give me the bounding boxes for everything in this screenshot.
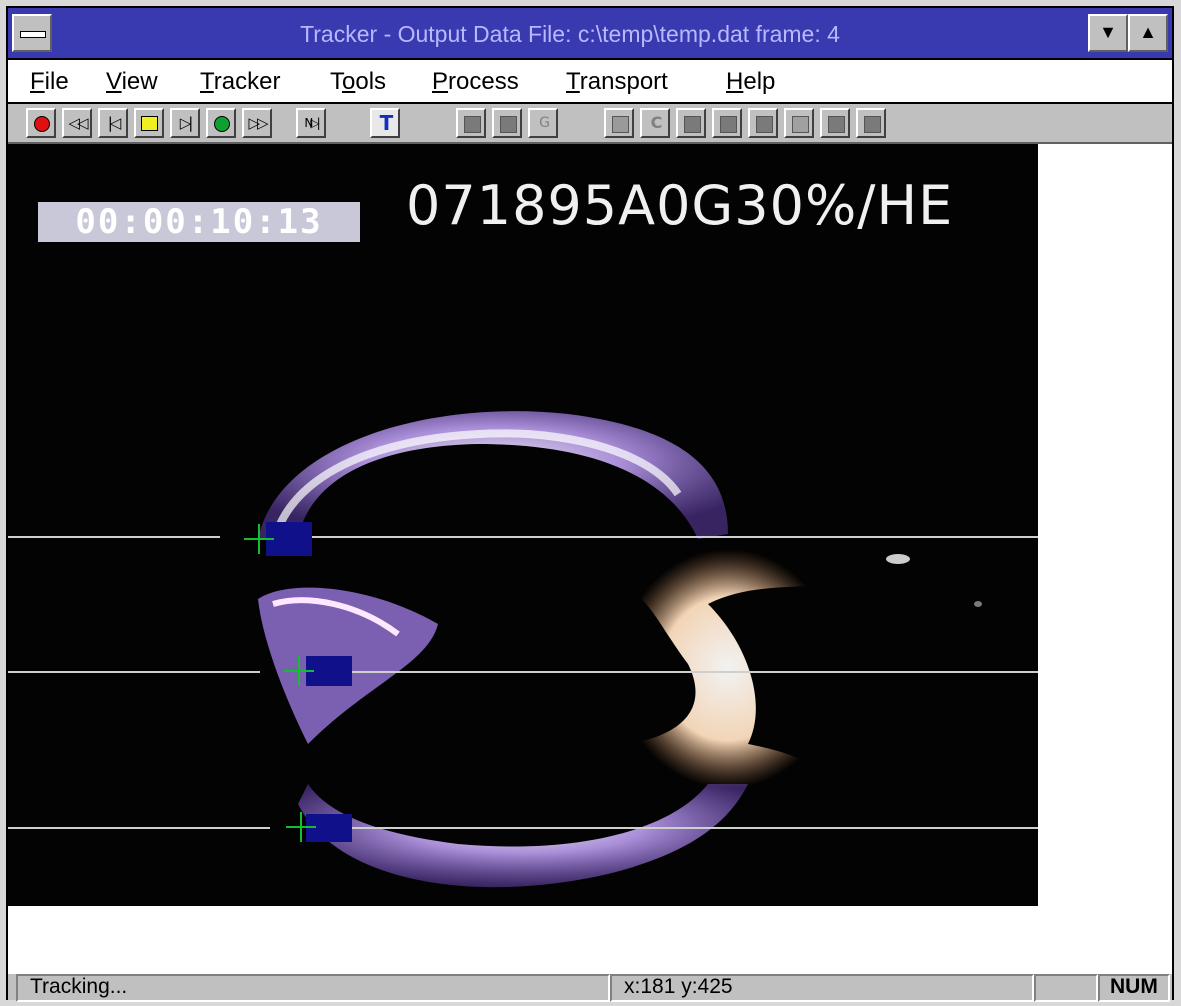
clapper-open-button[interactable] (492, 108, 522, 138)
menu-help[interactable]: Help (726, 68, 775, 96)
tracking-crosshair-2-icon (284, 656, 314, 686)
pointer-icon-3 (756, 116, 773, 133)
system-menu-button[interactable] (12, 14, 52, 52)
status-coordinates: x:181 y:425 (610, 974, 1034, 1002)
menu-help-accel: H (726, 68, 744, 95)
next-marker-button[interactable]: N▷| (296, 108, 326, 138)
clapper-g-icon: G (539, 115, 550, 131)
cycle-button[interactable]: C (640, 108, 670, 138)
clapper-open-icon (500, 116, 517, 133)
camera-button[interactable] (604, 108, 634, 138)
pointer-icon-1 (684, 116, 701, 133)
next-marker-icon: N▷| (304, 116, 320, 130)
bubble-image (258, 411, 982, 888)
step-back-icon: |◁ (107, 114, 122, 132)
menu-view-accel: V (106, 68, 122, 95)
stop-button[interactable] (134, 108, 164, 138)
tracking-line-2-left (8, 671, 260, 673)
record-icon (34, 116, 50, 132)
menu-tracker[interactable]: Tracker (200, 68, 280, 96)
video-frame[interactable]: 00:00:10:13 071895A0G30%/HE (8, 144, 1038, 906)
menu-process[interactable]: Process (432, 68, 519, 96)
menu-tools-pre: T (330, 68, 342, 95)
menu-process-rest: rocess (448, 68, 519, 95)
menu-tools-rest: ols (355, 68, 387, 95)
tracking-line-1-left (8, 536, 220, 538)
record-button[interactable] (26, 108, 56, 138)
pointer-button-3[interactable] (748, 108, 778, 138)
client-area: 00:00:10:13 071895A0G30%/HE (8, 144, 1172, 972)
pin-button-1[interactable] (820, 108, 850, 138)
clapper-button[interactable] (456, 108, 486, 138)
pointer-button-1[interactable] (676, 108, 706, 138)
menu-view-rest: iew (121, 68, 158, 95)
play-button[interactable] (206, 108, 236, 138)
status-message: Tracking... (16, 974, 610, 1002)
fast-forward-button[interactable]: ▷▷ (242, 108, 272, 138)
stop-icon (141, 116, 158, 131)
menu-tracker-rest: racker (213, 68, 281, 95)
camera-icon (612, 116, 629, 133)
video-overlay-code: 071895A0G30%/HE (406, 174, 954, 237)
title-bar[interactable]: Tracker - Output Data File: c:\temp\temp… (8, 8, 1172, 60)
menu-process-accel: P (432, 68, 449, 95)
play-icon (214, 116, 230, 132)
menu-tools-accel: o (342, 68, 356, 95)
step-back-button[interactable]: |◁ (98, 108, 128, 138)
pointer-button-2[interactable] (712, 108, 742, 138)
rewind-button[interactable]: ◁◁ (62, 108, 92, 138)
menu-transport[interactable]: Transport (566, 68, 668, 96)
text-tool-button[interactable]: T (370, 108, 400, 138)
rewind-icon: ◁◁ (68, 114, 88, 132)
cycle-icon: C (650, 113, 663, 132)
maximize-button[interactable]: ▲ (1128, 14, 1168, 52)
tracking-line-3-right (348, 827, 1038, 829)
tracking-crosshair-1-icon (244, 524, 274, 554)
tracking-line-2-right (348, 671, 1038, 673)
pointer-button-4[interactable] (784, 108, 814, 138)
toolbar: ◁◁ |◁ ▷| ▷▷ N▷| T G C (8, 104, 1172, 144)
menu-help-rest: elp (743, 68, 776, 95)
system-menu-icon (20, 31, 46, 38)
window-title: Tracker - Output Data File: c:\temp\temp… (300, 21, 840, 47)
pin-button-2[interactable] (856, 108, 886, 138)
menu-file-accel: F (30, 68, 45, 95)
pin-icon-2 (864, 116, 881, 133)
tracking-line-1-right (308, 536, 1038, 538)
status-empty-pane (1034, 974, 1098, 1002)
menu-view[interactable]: View (106, 68, 158, 96)
menu-transport-accel: T (566, 68, 580, 95)
minimize-button[interactable]: ▼ (1088, 14, 1128, 52)
clapper-g-button[interactable]: G (528, 108, 558, 138)
menu-transport-rest: ransport (579, 68, 668, 95)
step-forward-icon: ▷| (179, 114, 194, 132)
text-tool-icon: T (379, 111, 394, 135)
pointer-icon-4 (792, 116, 809, 133)
timecode-overlay: 00:00:10:13 (38, 202, 360, 242)
menu-tracker-accel: T (200, 68, 214, 95)
tracker-window: Tracker - Output Data File: c:\temp\temp… (6, 6, 1174, 1002)
status-num-indicator: NUM (1098, 974, 1170, 1002)
menu-bar: File View Tracker Tools Process Transpor… (8, 60, 1172, 104)
fast-forward-icon: ▷▷ (248, 114, 268, 132)
menu-file[interactable]: File (30, 68, 69, 96)
menu-file-rest: ile (44, 68, 69, 95)
tracking-crosshair-3-icon (286, 812, 316, 842)
clapper-icon (464, 116, 481, 133)
pointer-icon-2 (720, 116, 737, 133)
status-bar: Tracking... x:181 y:425 NUM (8, 972, 1172, 1002)
tracking-line-3-left (8, 827, 270, 829)
menu-tools[interactable]: Tools (330, 68, 386, 96)
step-forward-button[interactable]: ▷| (170, 108, 200, 138)
pin-icon-1 (828, 116, 845, 133)
